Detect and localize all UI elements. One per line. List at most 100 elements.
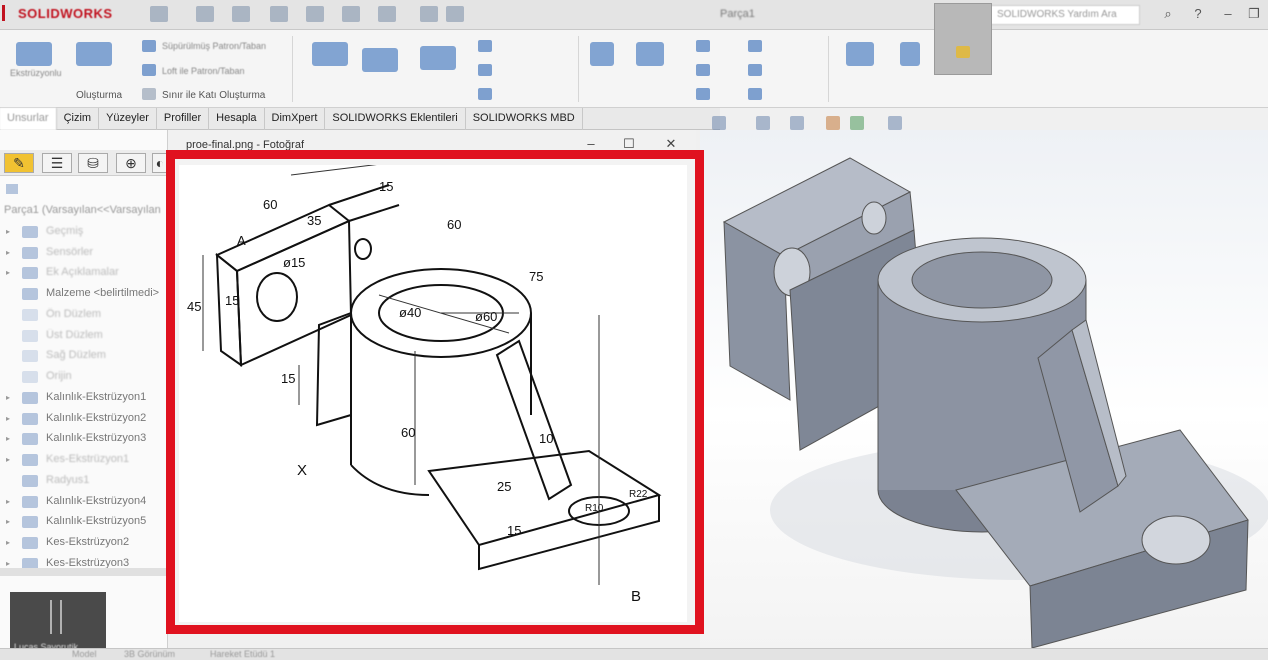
annotation-icon (22, 267, 38, 279)
solid-model[interactable] (700, 130, 1268, 649)
restore-icon[interactable]: ❐ (1246, 6, 1262, 22)
help-icon[interactable]: ? (1190, 6, 1206, 22)
help-search-input[interactable]: SOLIDWORKS Yardım Ara (990, 5, 1140, 25)
options-icon[interactable] (420, 6, 438, 22)
extrude-boss-icon[interactable] (16, 42, 52, 66)
tree-item[interactable]: ▸ Kalınlık-Ekstrüzyon3 (6, 429, 166, 449)
loft-button[interactable]: Loft ile Patron/Taban (162, 66, 245, 76)
tree-item[interactable]: ▸ Kes-Ekstrüzyon1 (6, 450, 166, 470)
reference-geometry-icon[interactable] (846, 42, 874, 66)
tab-evaluate[interactable]: Hesapla (209, 108, 265, 130)
tree-item[interactable]: Üst Düzlem (6, 326, 166, 346)
settings-icon[interactable] (446, 6, 464, 22)
rebuild-icon[interactable] (378, 6, 396, 22)
boundary-cut-icon[interactable] (478, 88, 492, 100)
tree-item[interactable]: Malzeme <belirtilmedi> (6, 284, 166, 304)
boundary-icon[interactable] (142, 88, 156, 100)
cut-feature-icon (22, 537, 38, 549)
extrude-cut-icon[interactable] (312, 42, 348, 66)
tab-features[interactable]: Unsurlar (0, 108, 57, 130)
tree-item[interactable]: ▸ Geçmiş (6, 222, 166, 242)
search-icon[interactable]: ⌕ (1160, 6, 1176, 22)
fillet-icon[interactable] (590, 42, 614, 66)
plane-icon (22, 350, 38, 362)
highlight-frame (166, 150, 704, 634)
curves-icon[interactable] (900, 42, 920, 66)
tree-item[interactable]: ▸ Kalınlık-Ekstrüzyon4 (6, 492, 166, 512)
print-icon[interactable] (270, 6, 288, 22)
appearance-icon[interactable] (850, 116, 864, 130)
tab-model[interactable]: Model (72, 649, 97, 659)
tree-item[interactable]: ▸ Kalınlık-Ekstrüzyon2 (6, 409, 166, 429)
tab-surfaces[interactable]: Yüzeyler (99, 108, 157, 130)
app-brand: SOLIDWORKS (18, 6, 113, 21)
tree-item[interactable]: Ön Düzlem (6, 305, 166, 325)
filter-icon[interactable] (6, 184, 18, 194)
section-view-icon[interactable] (756, 116, 770, 130)
linear-pattern-icon[interactable] (636, 42, 664, 66)
tree-item[interactable]: ▸ Sensörler (6, 243, 166, 263)
swept-cut-icon[interactable] (478, 40, 492, 52)
command-tabs: Unsurlar Çizim Yüzeyler Profiller Hesapl… (0, 108, 720, 130)
tree-item[interactable]: Radyus1 (6, 471, 166, 491)
tab-profiles[interactable]: Profiller (157, 108, 210, 130)
shell-icon[interactable] (696, 88, 710, 100)
view-orientation-icon[interactable] (790, 116, 804, 130)
open-icon[interactable] (196, 6, 214, 22)
loft-icon[interactable] (142, 64, 156, 76)
draft-icon[interactable] (696, 64, 710, 76)
tab-motion-study[interactable]: Hareket Etüdü 1 (210, 649, 275, 659)
revolve-cut-icon[interactable] (420, 46, 456, 70)
zoom-fit-icon[interactable] (712, 116, 726, 130)
tab-sketch[interactable]: Çizim (57, 108, 100, 130)
cut-feature-icon (22, 454, 38, 466)
mirror-icon[interactable] (748, 88, 762, 100)
configuration-tab-icon[interactable]: ⛁ (78, 153, 108, 173)
revolve-boss-icon[interactable] (76, 42, 112, 66)
display-style-icon[interactable] (826, 116, 840, 130)
tab-dimxpert[interactable]: DimXpert (265, 108, 326, 130)
plane-icon (22, 330, 38, 342)
tree-item[interactable]: ▸ Kalınlık-Ekstrüzyon1 (6, 388, 166, 408)
lofted-cut-icon[interactable] (478, 64, 492, 76)
sweep-icon[interactable] (142, 40, 156, 52)
tree-item[interactable]: ▸ Ek Açıklamalar (6, 263, 166, 283)
sweep-button[interactable]: Süpürülmüş Patron/Taban (162, 41, 266, 51)
dimxpert-tab-icon[interactable]: ⊕ (116, 153, 146, 173)
tab-3d-view[interactable]: 3B Görünüm (124, 649, 175, 659)
graphics-viewport[interactable] (700, 130, 1268, 649)
minimize-icon[interactable]: – (1220, 6, 1236, 22)
rib-icon[interactable] (696, 40, 710, 52)
new-document-icon[interactable] (150, 6, 168, 22)
history-icon (22, 226, 38, 238)
extrude-feature-icon (22, 413, 38, 425)
intersect-icon[interactable] (748, 64, 762, 76)
boundary-button[interactable]: Sınır ile Katı Oluşturma (162, 90, 265, 101)
tab-mbd[interactable]: SOLIDWORKS MBD (466, 108, 583, 130)
tree-item[interactable]: ▸ Kalınlık-Ekstrüzyon5 (6, 512, 166, 532)
instant3d-button[interactable] (934, 3, 992, 75)
select-icon[interactable] (342, 6, 360, 22)
undo-icon[interactable] (306, 6, 324, 22)
extrude-feature-icon (22, 516, 38, 528)
tree-horizontal-scrollbar[interactable] (0, 568, 168, 576)
heads-up-toolbar (700, 110, 1260, 130)
instant3d-icon (956, 46, 970, 58)
tree-root-part[interactable]: Parça1 (Varsayılan<<Varsayılan (4, 204, 161, 216)
feature-tree-tab-icon[interactable]: ✎ (4, 153, 34, 173)
document-title: Parça1 (720, 8, 755, 20)
tree-item[interactable]: ▸ Kes-Ekstrüzyon2 (6, 533, 166, 553)
hole-wizard-icon[interactable] (362, 48, 398, 72)
tree-item[interactable]: Orijin (6, 367, 166, 387)
tab-addins[interactable]: SOLIDWORKS Eklentileri (325, 108, 466, 130)
wrap-icon[interactable] (748, 40, 762, 52)
view-settings-icon[interactable] (888, 116, 902, 130)
solidworks-logo-icon (2, 5, 14, 21)
tree-item[interactable]: Sağ Düzlem (6, 346, 166, 366)
fillet-feature-icon (22, 475, 38, 487)
ribbon-separator (578, 36, 579, 102)
plane-icon (22, 309, 38, 321)
property-manager-tab-icon[interactable]: ☰ (42, 153, 72, 173)
save-icon[interactable] (232, 6, 250, 22)
extrude-boss-label: Ekstrüzyonlu (10, 68, 62, 78)
